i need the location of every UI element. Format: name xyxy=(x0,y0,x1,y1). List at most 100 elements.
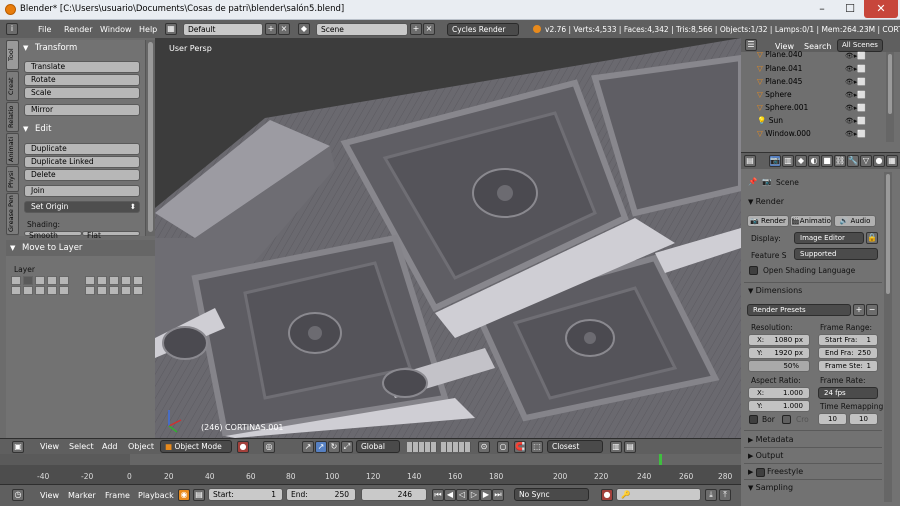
layer-toggle[interactable] xyxy=(109,286,119,295)
layer-toggle[interactable] xyxy=(11,276,21,285)
aspect-y-field[interactable]: Y: 1.000 xyxy=(748,400,810,412)
layer-toggle[interactable] xyxy=(11,286,21,295)
editor-type-icon[interactable]: ☰ xyxy=(745,39,757,51)
scrollbar-thumb[interactable] xyxy=(148,42,153,232)
sampling-panel-header[interactable]: ▼ Sampling xyxy=(748,483,793,492)
scrollbar-thumb[interactable] xyxy=(888,54,892,114)
output-panel-header[interactable]: ▶ Output xyxy=(748,451,783,460)
audio-button[interactable]: 🔊 Audio xyxy=(834,215,876,227)
current-frame-indicator[interactable] xyxy=(659,454,662,465)
menu-window[interactable]: Window xyxy=(100,25,132,34)
layout-grid-icon[interactable]: ▦ xyxy=(165,23,177,35)
freestyle-panel-header[interactable]: ▶ Freestyle xyxy=(748,467,803,477)
layer-toggle[interactable] xyxy=(59,286,69,295)
menu-marker[interactable]: Marker xyxy=(68,491,96,500)
feature-set-select[interactable]: Supported xyxy=(794,248,878,260)
freestyle-checkbox[interactable] xyxy=(755,467,765,477)
transform-orientation-select[interactable]: Global xyxy=(356,440,400,453)
snap-element-icon[interactable]: ⬚ xyxy=(531,441,543,453)
scene-icon[interactable]: ◆ xyxy=(298,23,310,35)
tab-tools[interactable]: Tool xyxy=(6,40,19,70)
layer-toggle[interactable] xyxy=(59,276,69,285)
tab-grease-pencil[interactable]: Grease Pen xyxy=(6,193,19,235)
3d-viewport[interactable]: User Persp (246) CORTINAS.001 xyxy=(155,38,741,438)
world-tab-icon[interactable]: ◐ xyxy=(808,155,820,167)
layer-toggle[interactable] xyxy=(133,286,143,295)
editor-type-icon[interactable]: ◷ xyxy=(12,489,24,501)
move-to-layer-header[interactable]: ▼ Move to Layer xyxy=(6,240,155,256)
display-select[interactable]: Image Editor xyxy=(794,232,864,244)
scene-layers-icon[interactable] xyxy=(441,442,471,452)
layer-toggle[interactable] xyxy=(47,276,57,285)
tab-animation[interactable]: Animati xyxy=(6,133,19,165)
outliner-scrollbar[interactable] xyxy=(886,52,894,142)
properties-scrollbar[interactable] xyxy=(884,172,892,502)
remove-preset-icon[interactable]: − xyxy=(866,304,878,316)
frame-step-field[interactable]: Frame Ste: 1 xyxy=(818,360,878,372)
end-frame-prop-field[interactable]: End Fra: 250 xyxy=(818,347,878,359)
prev-keyframe-icon[interactable]: ◀ xyxy=(444,489,456,501)
layer-toggle[interactable] xyxy=(35,276,45,285)
animation-button[interactable]: 🎬Animatio xyxy=(790,215,832,227)
modifiers-tab-icon[interactable]: 🔧 xyxy=(847,155,859,167)
snap-icon[interactable]: 🧲 xyxy=(514,441,526,453)
layer-toggle[interactable] xyxy=(85,286,95,295)
add-scene-icon[interactable]: + xyxy=(410,23,422,35)
outliner-row[interactable]: ▽ Plane.041 xyxy=(757,64,802,76)
outliner-row[interactable]: ▽ Window.000 xyxy=(757,129,811,141)
opengl-render-icon[interactable]: ▥ xyxy=(610,441,622,453)
add-layout-icon[interactable]: + xyxy=(265,23,277,35)
proportional-edit-icon[interactable]: ○ xyxy=(497,441,509,453)
dimensions-panel-header[interactable]: ▼ Dimensions xyxy=(748,286,802,295)
remove-scene-icon[interactable]: × xyxy=(423,23,435,35)
menu-object[interactable]: Object xyxy=(128,442,154,451)
sync-mode-select[interactable]: No Sync xyxy=(514,488,589,501)
add-preset-icon[interactable]: + xyxy=(853,304,865,316)
scene-tab-icon[interactable]: ◆ xyxy=(795,155,807,167)
crop-checkbox[interactable] xyxy=(782,415,791,424)
scale-button[interactable]: Scale xyxy=(24,87,140,99)
snap-target-select[interactable]: Closest xyxy=(547,440,603,453)
duplicate-linked-button[interactable]: Duplicate Linked xyxy=(24,156,140,168)
menu-add[interactable]: Add xyxy=(102,442,118,451)
outliner-menu-search[interactable]: Search xyxy=(804,42,831,51)
metadata-panel-header[interactable]: ▶ Metadata xyxy=(748,435,794,444)
edit-panel-header[interactable]: ▼ Edit xyxy=(19,122,146,136)
keying-set-field[interactable]: 🔑 xyxy=(616,488,701,501)
aspect-x-field[interactable]: X: 1.000 xyxy=(748,387,810,399)
menu-playback[interactable]: Playback xyxy=(138,491,174,500)
maximize-button[interactable]: ☐ xyxy=(836,0,864,18)
menu-frame[interactable]: Frame xyxy=(105,491,130,500)
opengl-anim-icon[interactable]: ▤ xyxy=(624,441,636,453)
menu-select[interactable]: Select xyxy=(69,442,94,451)
object-tab-icon[interactable]: ■ xyxy=(821,155,833,167)
lock-range-icon[interactable]: ▤ xyxy=(193,489,205,501)
outliner-row[interactable]: ▽ Plane.040 xyxy=(757,50,802,62)
material-tab-icon[interactable]: ● xyxy=(873,155,885,167)
layer-lock-icon[interactable]: ⊙ xyxy=(478,441,490,453)
next-keyframe-icon[interactable]: ▶ xyxy=(480,489,492,501)
constraints-tab-icon[interactable]: ⛓ xyxy=(834,155,846,167)
menu-view[interactable]: View xyxy=(40,442,59,451)
screen-layout-field[interactable]: Default xyxy=(183,23,263,36)
menu-file[interactable]: File xyxy=(38,25,51,34)
layer-toggle[interactable] xyxy=(133,276,143,285)
layer-toggle[interactable] xyxy=(121,276,131,285)
time-remap-new-field[interactable]: 10 xyxy=(849,413,878,425)
close-window-button[interactable]: ✕ xyxy=(864,0,898,18)
resolution-percentage-slider[interactable]: 50% xyxy=(748,360,810,372)
start-frame-field[interactable]: Start: 1 xyxy=(208,488,283,501)
render-presets-select[interactable]: Render Presets xyxy=(747,304,851,316)
join-button[interactable]: Join xyxy=(24,185,140,197)
manipulator-toggle-icon[interactable]: ↗ xyxy=(302,441,314,453)
layer-toggle[interactable] xyxy=(23,286,33,295)
layer-toggle[interactable] xyxy=(97,286,107,295)
outliner-row[interactable]: ▽ Sphere xyxy=(757,90,792,102)
play-reverse-icon[interactable]: ◁ xyxy=(456,489,468,501)
pin-icon[interactable]: 📌 xyxy=(748,177,757,186)
time-remap-old-field[interactable]: 10 xyxy=(818,413,847,425)
outliner-row[interactable]: 💡 Sun xyxy=(757,116,783,128)
render-button[interactable]: 📷 Render xyxy=(747,215,789,227)
render-tab-icon[interactable]: 📷 xyxy=(769,155,781,167)
scrollbar-thumb[interactable] xyxy=(886,174,890,294)
